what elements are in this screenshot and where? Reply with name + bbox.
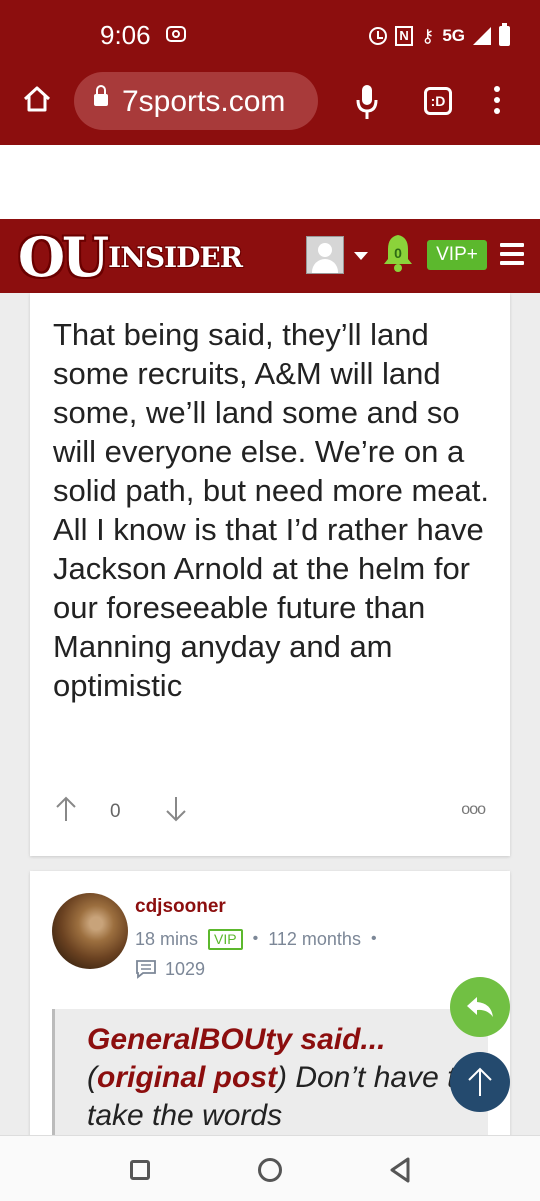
chevron-down-icon[interactable] [354, 252, 368, 260]
post-count: 1029 [165, 958, 206, 979]
back-icon[interactable] [388, 1156, 412, 1184]
logo-insider: INSIDER [108, 240, 243, 274]
home-icon[interactable] [22, 84, 52, 114]
network-type: 5G [442, 26, 465, 45]
site-logo[interactable]: OU INSIDER [18, 225, 243, 289]
vote-count: 0 [110, 801, 121, 822]
post-meta: 18 mins VIP • 112 months • [135, 927, 387, 951]
recents-icon[interactable] [130, 1160, 150, 1180]
site-header: OU INSIDER 0 VIP+ [0, 219, 540, 293]
signal-icon [473, 27, 491, 45]
battery-icon [499, 23, 510, 46]
quote-open-paren: ( [87, 1061, 97, 1094]
lock-icon [94, 85, 108, 106]
address-bar[interactable]: 7sports.com [74, 72, 318, 130]
vip-plus-button[interactable]: VIP+ [427, 240, 487, 270]
mic-icon[interactable] [356, 84, 378, 120]
down-arrow-icon[interactable] [164, 795, 188, 823]
status-bar: 9:06 N ⚷ 5G [0, 0, 540, 70]
comment-icon [136, 960, 156, 979]
post-count-row: 1029 [135, 957, 205, 981]
post-body: That being said, they’ll land some recru… [53, 317, 489, 703]
system-nav-bar [0, 1135, 540, 1201]
menu-icon[interactable] [492, 86, 502, 120]
author-name[interactable]: cdjsooner [135, 896, 226, 918]
reply-button[interactable] [450, 977, 510, 1037]
nfc-icon: N [395, 26, 414, 46]
status-icons: N ⚷ 5G [369, 22, 510, 50]
key-icon: ⚷ [421, 25, 435, 46]
logo-ou: OU [18, 225, 109, 289]
quote-close-paren: ) [277, 1061, 287, 1094]
reply-icon [467, 997, 493, 1017]
alarm-icon [369, 27, 388, 45]
user-avatar[interactable] [306, 236, 344, 274]
scroll-to-top-button[interactable] [450, 1052, 510, 1112]
post-card: cdjsooner 18 mins VIP • 112 months • 102… [30, 871, 510, 1189]
separator-dot: • [370, 930, 377, 947]
quote-author[interactable]: GeneralBOUty said... [87, 1023, 385, 1056]
author-avatar[interactable] [52, 893, 128, 969]
vip-badge: VIP [208, 928, 243, 950]
hamburger-icon[interactable] [500, 243, 524, 265]
page-top-spacer [0, 145, 540, 219]
tab-icon[interactable]: :D [424, 87, 452, 115]
separator-dot: • [252, 930, 259, 947]
post-time: 18 mins [135, 928, 199, 949]
member-duration: 112 months [268, 928, 361, 949]
post-actions: 0 ooo [50, 795, 490, 825]
original-post-link[interactable]: original post [97, 1061, 277, 1094]
home-nav-icon[interactable] [258, 1158, 282, 1182]
url-row: 7sports.com :D [0, 70, 540, 136]
arrow-up-icon [468, 1067, 492, 1096]
notification-count: 0 [394, 245, 402, 261]
bell-icon[interactable]: 0 [382, 233, 414, 273]
status-time: 9:06 [100, 20, 151, 50]
quote-text: GeneralBOUty said... (original post) Don’… [87, 1021, 477, 1135]
url-text: 7sports.com [122, 85, 286, 118]
post-card: That being said, they’ll land some recru… [30, 293, 510, 856]
screen-record-icon [166, 26, 186, 42]
more-icon[interactable]: ooo [461, 801, 486, 819]
browser-toolbar: 9:06 N ⚷ 5G 7sports.com :D [0, 0, 540, 145]
up-arrow-icon[interactable] [54, 795, 78, 823]
